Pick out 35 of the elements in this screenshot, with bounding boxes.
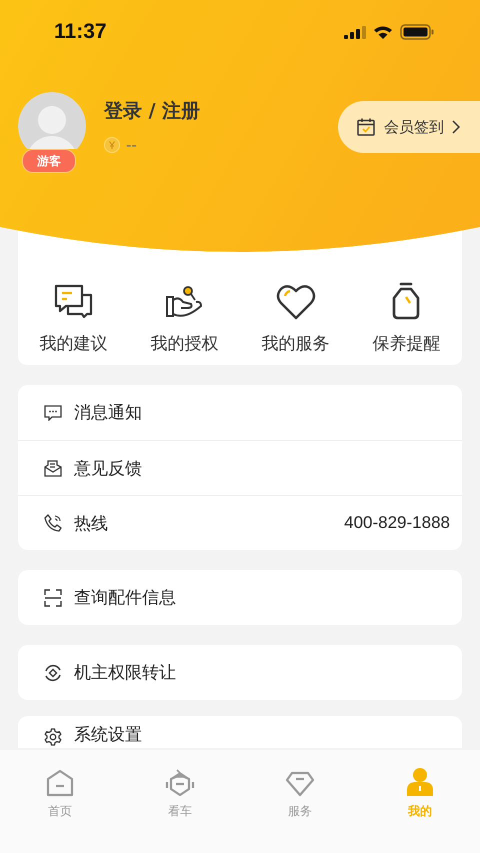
scan-icon: [44, 588, 62, 606]
robot-icon: [165, 769, 195, 797]
diamond-icon: [285, 771, 315, 797]
quick-action[interactable]: 保养提醒: [351, 270, 462, 355]
battery-icon: [400, 24, 434, 40]
phone-icon: [44, 514, 62, 532]
calendar-icon: [356, 117, 376, 137]
points-value: --: [126, 136, 137, 154]
message-icon: [44, 404, 62, 420]
quick-action[interactable]: 我的授权: [129, 270, 240, 355]
guest-badge: 游客: [22, 149, 76, 173]
chevron-right-icon: [452, 120, 460, 134]
menu-row[interactable]: 机主权限转让: [18, 645, 462, 700]
menu-row[interactable]: 系统设置: [18, 716, 462, 748]
hand-coin-icon: [164, 284, 204, 320]
status-time: 11:37: [54, 20, 107, 44]
envelope-icon: [44, 459, 62, 477]
login-link[interactable]: 登录 / 注册: [104, 98, 200, 124]
menu-row[interactable]: 查询配件信息: [18, 570, 462, 625]
settings-icon: [44, 728, 62, 746]
checkin-button[interactable]: 会员签到: [338, 101, 480, 153]
signal-icon: [344, 26, 366, 38]
wifi-icon: [373, 25, 393, 39]
swap-icon: [44, 664, 62, 682]
heart-icon: [276, 284, 316, 320]
hotline-number: 400-829-1888: [344, 513, 450, 533]
menu-row[interactable]: 热线 400-829-1888: [18, 495, 462, 550]
coin-icon: [104, 137, 120, 153]
menu-row[interactable]: 意见反馈: [18, 440, 462, 495]
quick-action[interactable]: 我的服务: [240, 270, 351, 355]
person-icon: [406, 767, 434, 797]
menu-row[interactable]: 消息通知: [18, 385, 462, 440]
chat-bubbles-icon: [54, 284, 94, 320]
house-icon: [46, 769, 74, 797]
quick-action[interactable]: 我的建议: [18, 270, 129, 355]
